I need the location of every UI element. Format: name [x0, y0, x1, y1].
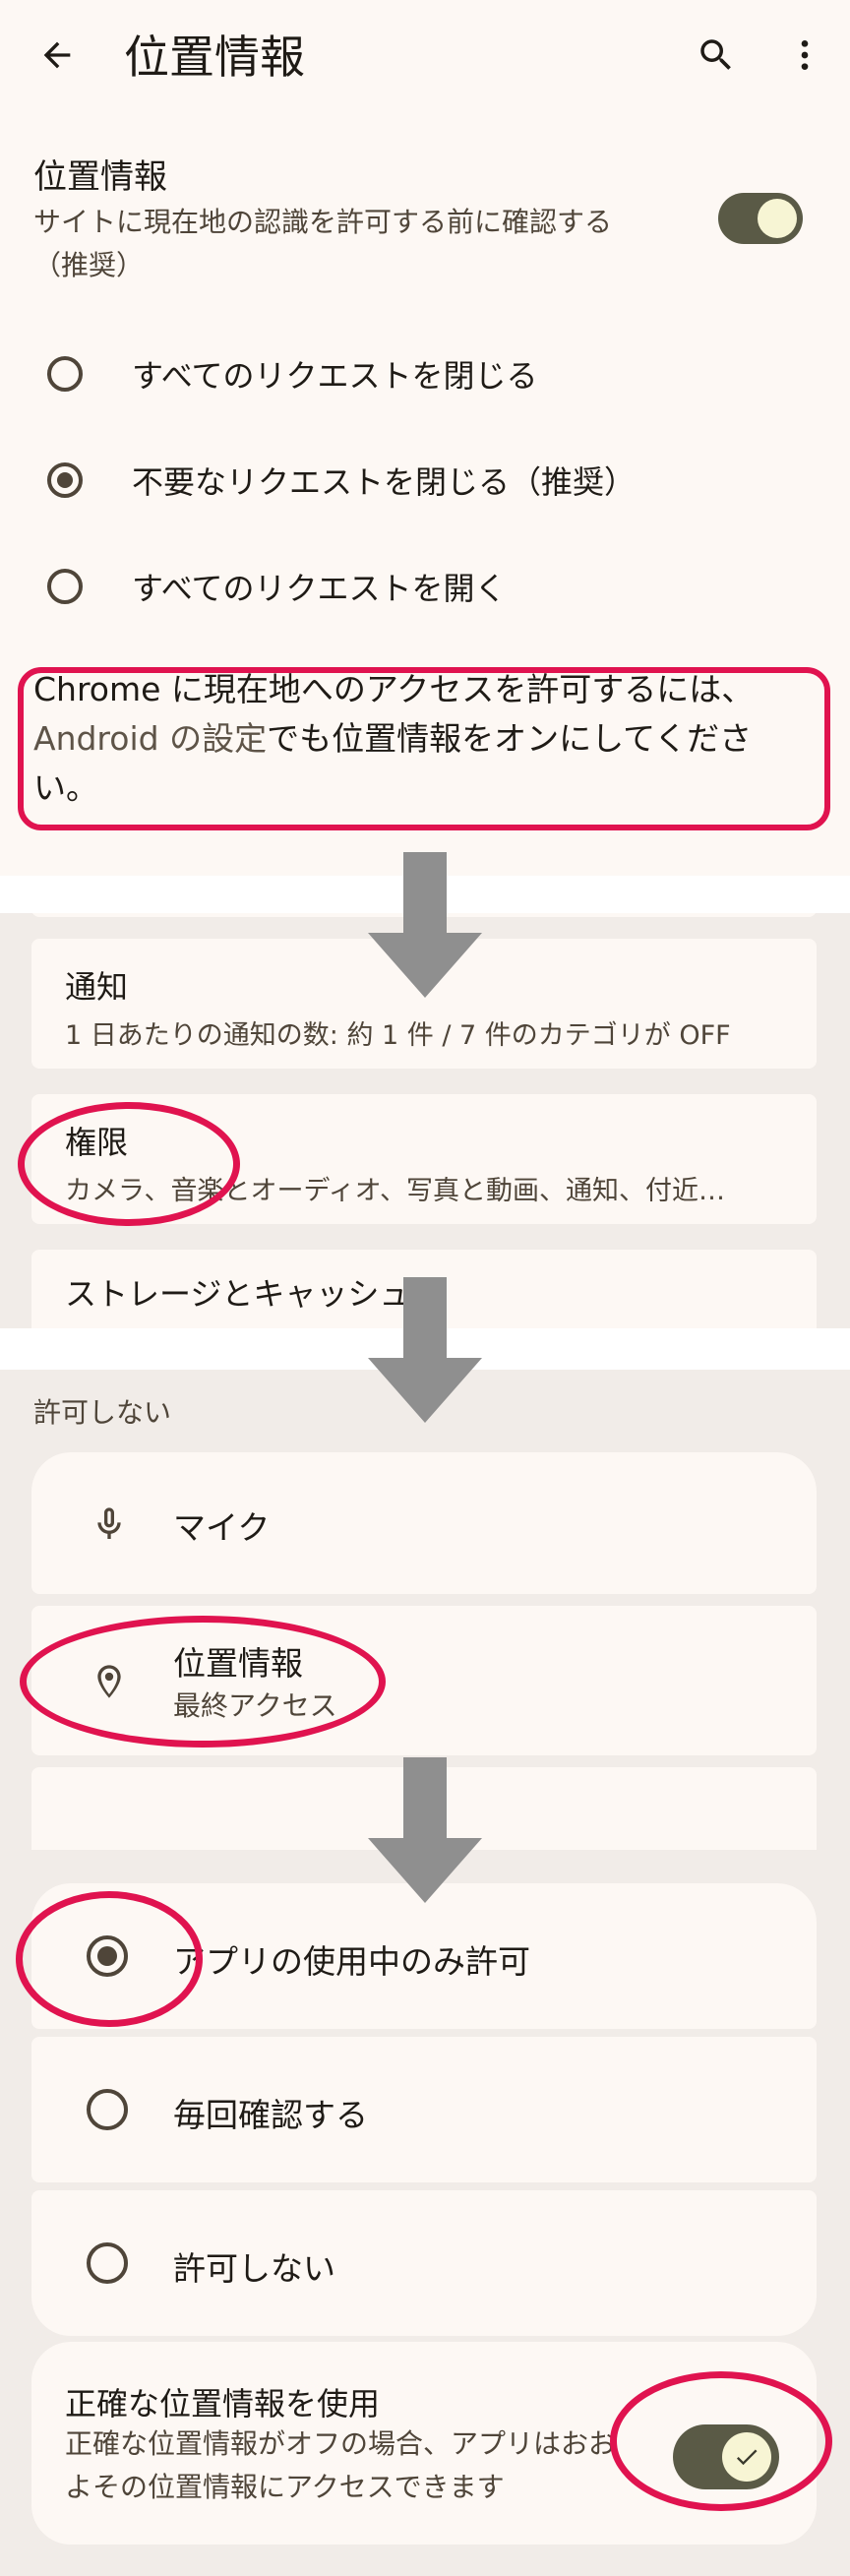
- option-ask-every-time[interactable]: 毎回確認する: [31, 2037, 817, 2182]
- mic-label: マイク: [173, 1508, 271, 1547]
- more-vert-icon[interactable]: [777, 28, 832, 83]
- storage-title: ストレージとキャッシュ: [65, 1275, 411, 1313]
- radio-option-block-unnecessary[interactable]: 不要なリクエストを閉じる（推奨）: [0, 431, 850, 529]
- precise-location-description: 正確な位置情報がオフの場合、アプリはおおよその位置情報にアクセスできます: [65, 2427, 617, 2503]
- radio-label: 不要なリクエストを閉じる（推奨）: [132, 463, 637, 501]
- radio-option-allow-all[interactable]: すべてのリクエストを開く: [0, 537, 850, 636]
- section-label-denied: 許可しない: [33, 1396, 172, 1429]
- search-icon[interactable]: [689, 28, 744, 83]
- option-label: 毎回確認する: [173, 2096, 368, 2134]
- location-permission-screen: アプリの使用中のみ許可 毎回確認する 許可しない 正確な位置情報を使用 正確な位…: [0, 1850, 850, 2576]
- highlight-circle-radio: [16, 1891, 203, 2027]
- radio-button[interactable]: [87, 2242, 128, 2284]
- notifications-title: 通知: [65, 968, 129, 1006]
- mic-icon: [85, 1500, 134, 1549]
- highlight-rectangle: [18, 667, 830, 830]
- highlight-circle-location: [20, 1616, 386, 1748]
- site-location-settings-screen: 位置情報 位置情報 サイトに現在地の認識を許可する前に確認する（推奨） すべての…: [0, 0, 850, 876]
- radio-label: すべてのリクエストを開く: [132, 570, 507, 607]
- location-toggle[interactable]: [718, 193, 803, 244]
- radio-button[interactable]: [47, 356, 83, 392]
- highlight-circle-toggle: [610, 2371, 832, 2511]
- option-deny[interactable]: 許可しない: [31, 2190, 817, 2336]
- location-setting-title: 位置情報: [33, 157, 167, 197]
- radio-label: すべてのリクエストを閉じる: [132, 357, 538, 395]
- notifications-summary: 1 日あたりの通知の数: 約 1 件 / 7 件のカテゴリが OFF: [65, 1020, 731, 1051]
- down-arrow-icon: [368, 1277, 482, 1423]
- down-arrow-icon: [368, 852, 482, 998]
- option-label: 許可しない: [173, 2249, 335, 2288]
- radio-button-selected[interactable]: [47, 462, 83, 498]
- radio-option-block-all[interactable]: すべてのリクエストを閉じる: [0, 325, 850, 423]
- down-arrow-icon: [368, 1757, 482, 1903]
- back-arrow-icon[interactable]: [30, 28, 85, 83]
- option-label: アプリの使用中のみ許可: [173, 1942, 530, 1981]
- toggle-knob: [758, 199, 797, 238]
- mic-permission-item[interactable]: マイク: [31, 1452, 817, 1594]
- radio-button[interactable]: [47, 569, 83, 604]
- page-title: 位置情報: [124, 31, 305, 84]
- precise-location-title: 正確な位置情報を使用: [65, 2385, 381, 2423]
- location-setting-description: サイトに現在地の認識を許可する前に確認する（推奨）: [33, 206, 613, 281]
- highlight-circle-permissions: [18, 1102, 240, 1226]
- radio-button[interactable]: [87, 2089, 128, 2130]
